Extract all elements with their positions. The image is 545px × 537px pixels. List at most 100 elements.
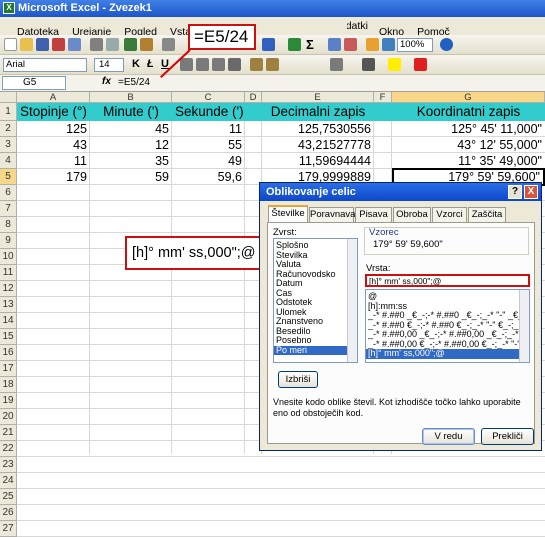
email-icon[interactable] [68, 38, 81, 51]
row-header[interactable]: 3 [0, 137, 17, 153]
merge-center-icon[interactable] [228, 58, 241, 71]
cell-g4[interactable]: 11° 35' 49,000" [392, 153, 545, 169]
cell-g1[interactable]: Koordinatni zapis [392, 103, 545, 121]
column-header-f[interactable]: F [374, 92, 392, 103]
type-scrollbar[interactable] [519, 290, 529, 362]
type-list[interactable]: @ [h]:mm:ss _-* #.##0 _€_-;-* #.##0 _€_-… [365, 289, 530, 363]
cell-e3[interactable]: 43,21527778 [262, 137, 374, 153]
column-header-b[interactable]: B [90, 92, 172, 103]
row-header[interactable]: 21 [0, 425, 17, 441]
italic-button[interactable]: Ł [147, 58, 154, 70]
print-preview-icon[interactable] [106, 38, 119, 51]
row-header[interactable]: 8 [0, 217, 17, 233]
fx-icon[interactable]: fx [102, 76, 111, 87]
help-icon[interactable] [440, 38, 453, 51]
ok-button[interactable]: V redu [422, 428, 475, 445]
row-header[interactable]: 2 [0, 121, 17, 137]
cell-c3[interactable]: 55 [172, 137, 245, 153]
category-item[interactable]: Valuta [274, 260, 357, 270]
row-header[interactable]: 24 [0, 473, 17, 489]
cell-g2[interactable]: 125° 45' 11,000" [392, 121, 545, 137]
row-header[interactable]: 1 [0, 103, 17, 121]
row-header[interactable]: 7 [0, 201, 17, 217]
column-header-c[interactable]: C [172, 92, 245, 103]
row-header[interactable]: 19 [0, 393, 17, 409]
cell-c4[interactable]: 49 [172, 153, 245, 169]
open-icon[interactable] [20, 38, 33, 51]
category-item[interactable]: Odstotek [274, 298, 357, 308]
hyperlink-icon[interactable] [288, 38, 301, 51]
row-header[interactable]: 23 [0, 457, 17, 473]
sort-ascending-icon[interactable] [328, 38, 341, 51]
cell-a2[interactable]: 125 [17, 121, 90, 137]
spelling-icon[interactable] [124, 38, 137, 51]
name-box[interactable]: G5 [2, 76, 66, 90]
cell-b3[interactable]: 12 [90, 137, 172, 153]
type-input[interactable]: [h]° mm' ss,000";@ [365, 274, 530, 287]
borders-icon[interactable] [362, 58, 375, 71]
cell-f1[interactable] [374, 103, 392, 121]
row-header[interactable]: 9 [0, 233, 17, 249]
category-item-selected[interactable]: Po meri [274, 345, 357, 355]
row-header[interactable]: 15 [0, 329, 17, 345]
cell-c5[interactable]: 59,6 [172, 169, 245, 185]
cell-c2[interactable]: 11 [172, 121, 245, 137]
tab-poravnava[interactable]: Poravnava [309, 207, 355, 222]
column-header-g[interactable]: G [392, 92, 545, 103]
cell-c1[interactable]: Sekunde (') [172, 103, 245, 121]
decrease-indent-icon[interactable] [330, 58, 343, 71]
column-header-a[interactable]: A [17, 92, 90, 103]
cell-e1[interactable]: Decimalni zapis [262, 103, 374, 121]
cell-b5[interactable]: 59 [90, 169, 172, 185]
cell-a5[interactable]: 179 [17, 169, 90, 185]
category-list[interactable]: Splošno Številka Valuta Računovodsko Dat… [273, 238, 358, 363]
align-left-icon[interactable] [180, 58, 193, 71]
font-size-box[interactable]: 14 [94, 58, 124, 72]
type-item-selected[interactable]: [h]° mm' ss,000";@ [366, 349, 529, 359]
cell-b2[interactable]: 45 [90, 121, 172, 137]
select-all-corner[interactable] [0, 92, 17, 103]
tab-zascita[interactable]: Zaščita [468, 207, 506, 222]
cell-b4[interactable]: 35 [90, 153, 172, 169]
cell-a4[interactable]: 11 [17, 153, 90, 169]
row-header[interactable]: 4 [0, 153, 17, 169]
row-header[interactable]: 27 [0, 521, 17, 537]
row-header[interactable]: 14 [0, 313, 17, 329]
type-item[interactable]: _-* #.##0,00 _€_-;-* #.##0,00 _€_-;_-* "… [366, 330, 529, 340]
dialog-close-button[interactable]: X [524, 185, 538, 199]
category-item[interactable]: Znanstveno [274, 317, 357, 327]
align-center-icon[interactable] [196, 58, 209, 71]
bold-button[interactable]: K [132, 58, 140, 70]
column-header-e[interactable]: E [262, 92, 374, 103]
cell-a1[interactable]: Stopinje (°) [17, 103, 90, 121]
cell-g3[interactable]: 43° 12' 55,000" [392, 137, 545, 153]
cut-icon[interactable] [162, 38, 175, 51]
category-scrollbar[interactable] [347, 239, 357, 362]
dialog-help-button[interactable]: ? [508, 185, 522, 199]
new-icon[interactable] [4, 38, 17, 51]
save-icon[interactable] [36, 38, 49, 51]
row-header[interactable]: 6 [0, 185, 17, 201]
autosum-icon[interactable]: Σ [306, 37, 314, 52]
category-item[interactable]: Besedilo [274, 327, 357, 337]
column-header-d[interactable]: D [245, 92, 262, 103]
chart-wizard-icon[interactable] [366, 38, 379, 51]
font-color-icon[interactable] [414, 58, 427, 71]
cell-e2[interactable]: 125,7530556 [262, 121, 374, 137]
row-header[interactable]: 16 [0, 345, 17, 361]
category-item[interactable]: Splošno [274, 241, 357, 251]
cell-a3[interactable]: 43 [17, 137, 90, 153]
delete-format-button[interactable]: Izbriši [278, 371, 318, 388]
formula-input[interactable]: =E5/24 [118, 77, 150, 88]
row-header[interactable]: 17 [0, 361, 17, 377]
row-header[interactable]: 20 [0, 409, 17, 425]
row-header[interactable]: 25 [0, 489, 17, 505]
row-header[interactable]: 10 [0, 249, 17, 265]
fill-color-icon[interactable] [388, 58, 401, 71]
undo-icon[interactable] [262, 38, 275, 51]
row-header[interactable]: 22 [0, 441, 17, 457]
row-header[interactable]: 11 [0, 265, 17, 281]
row-header[interactable]: 26 [0, 505, 17, 521]
zoom-box[interactable]: 100% [397, 38, 433, 52]
row-header[interactable]: 18 [0, 377, 17, 393]
